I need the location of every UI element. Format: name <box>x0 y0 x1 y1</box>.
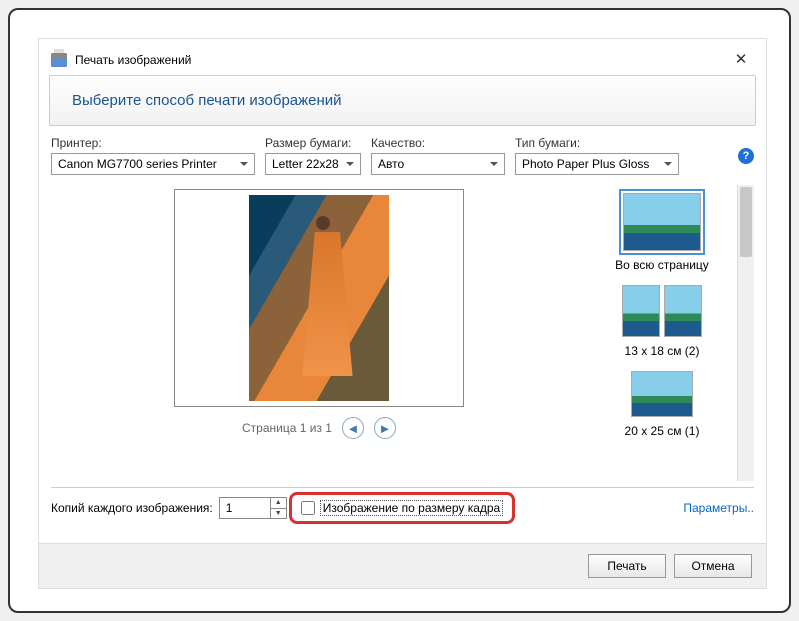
titlebar: Печать изображений <box>39 39 766 75</box>
layout-thumb-icon <box>622 285 660 337</box>
layout-scrollbar[interactable] <box>737 185 754 481</box>
fit-frame-checkbox[interactable] <box>301 501 315 515</box>
quality-select[interactable]: Авто <box>371 153 505 175</box>
copies-up[interactable]: ▲ <box>271 498 286 509</box>
parameters-link[interactable]: Параметры.. <box>683 501 754 515</box>
printer-select[interactable]: Canon MG7700 series Printer <box>51 153 255 175</box>
copies-input[interactable] <box>220 498 270 518</box>
print-controls: Принтер: Canon MG7700 series Printer Раз… <box>39 126 766 181</box>
print-dialog: ✕ Печать изображений Выберите способ печ… <box>38 38 767 589</box>
prev-page-button[interactable]: ◄ <box>342 417 364 439</box>
window-title: Печать изображений <box>75 53 191 67</box>
printer-label: Принтер: <box>51 136 255 150</box>
layout-13x18[interactable]: 13 x 18 см (2) <box>598 281 726 361</box>
layout-label: 20 x 25 см (1) <box>598 421 726 441</box>
fit-frame-label: Изображение по размеру кадра <box>320 500 503 516</box>
layout-20x25[interactable]: 20 x 25 см (1) <box>598 367 726 441</box>
layout-label: Во всю страницу <box>598 255 726 275</box>
papersize-label: Размер бумаги: <box>265 136 361 150</box>
copies-stepper[interactable]: ▲ ▼ <box>219 497 287 519</box>
layout-list: Во всю страницу 13 x 18 см (2) 20 x 25 с… <box>587 185 737 481</box>
copies-down[interactable]: ▼ <box>271 509 286 519</box>
cancel-button[interactable]: Отмена <box>674 554 752 578</box>
printer-icon <box>51 53 67 67</box>
next-page-button[interactable]: ► <box>374 417 396 439</box>
layout-full-page[interactable]: Во всю страницу <box>598 189 726 275</box>
print-preview <box>174 189 464 407</box>
papersize-select[interactable]: Letter 22x28 <box>265 153 361 175</box>
print-button[interactable]: Печать <box>588 554 666 578</box>
preview-photo <box>249 195 389 401</box>
copies-label: Копий каждого изображения: <box>51 501 213 515</box>
layout-thumb-icon <box>623 193 701 251</box>
papertype-select[interactable]: Photo Paper Plus Gloss <box>515 153 679 175</box>
papertype-label: Тип бумаги: <box>515 136 679 150</box>
close-button[interactable]: ✕ <box>726 47 756 71</box>
preview-area: Страница 1 из 1 ◄ ► <box>51 185 587 481</box>
banner-heading: Выберите способ печати изображений <box>49 75 756 126</box>
layout-thumb-icon <box>631 371 693 417</box>
layout-label: 13 x 18 см (2) <box>598 341 726 361</box>
layout-thumb-icon <box>664 285 702 337</box>
quality-label: Качество: <box>371 136 505 150</box>
help-icon[interactable]: ? <box>738 148 754 164</box>
page-indicator: Страница 1 из 1 <box>242 421 332 435</box>
